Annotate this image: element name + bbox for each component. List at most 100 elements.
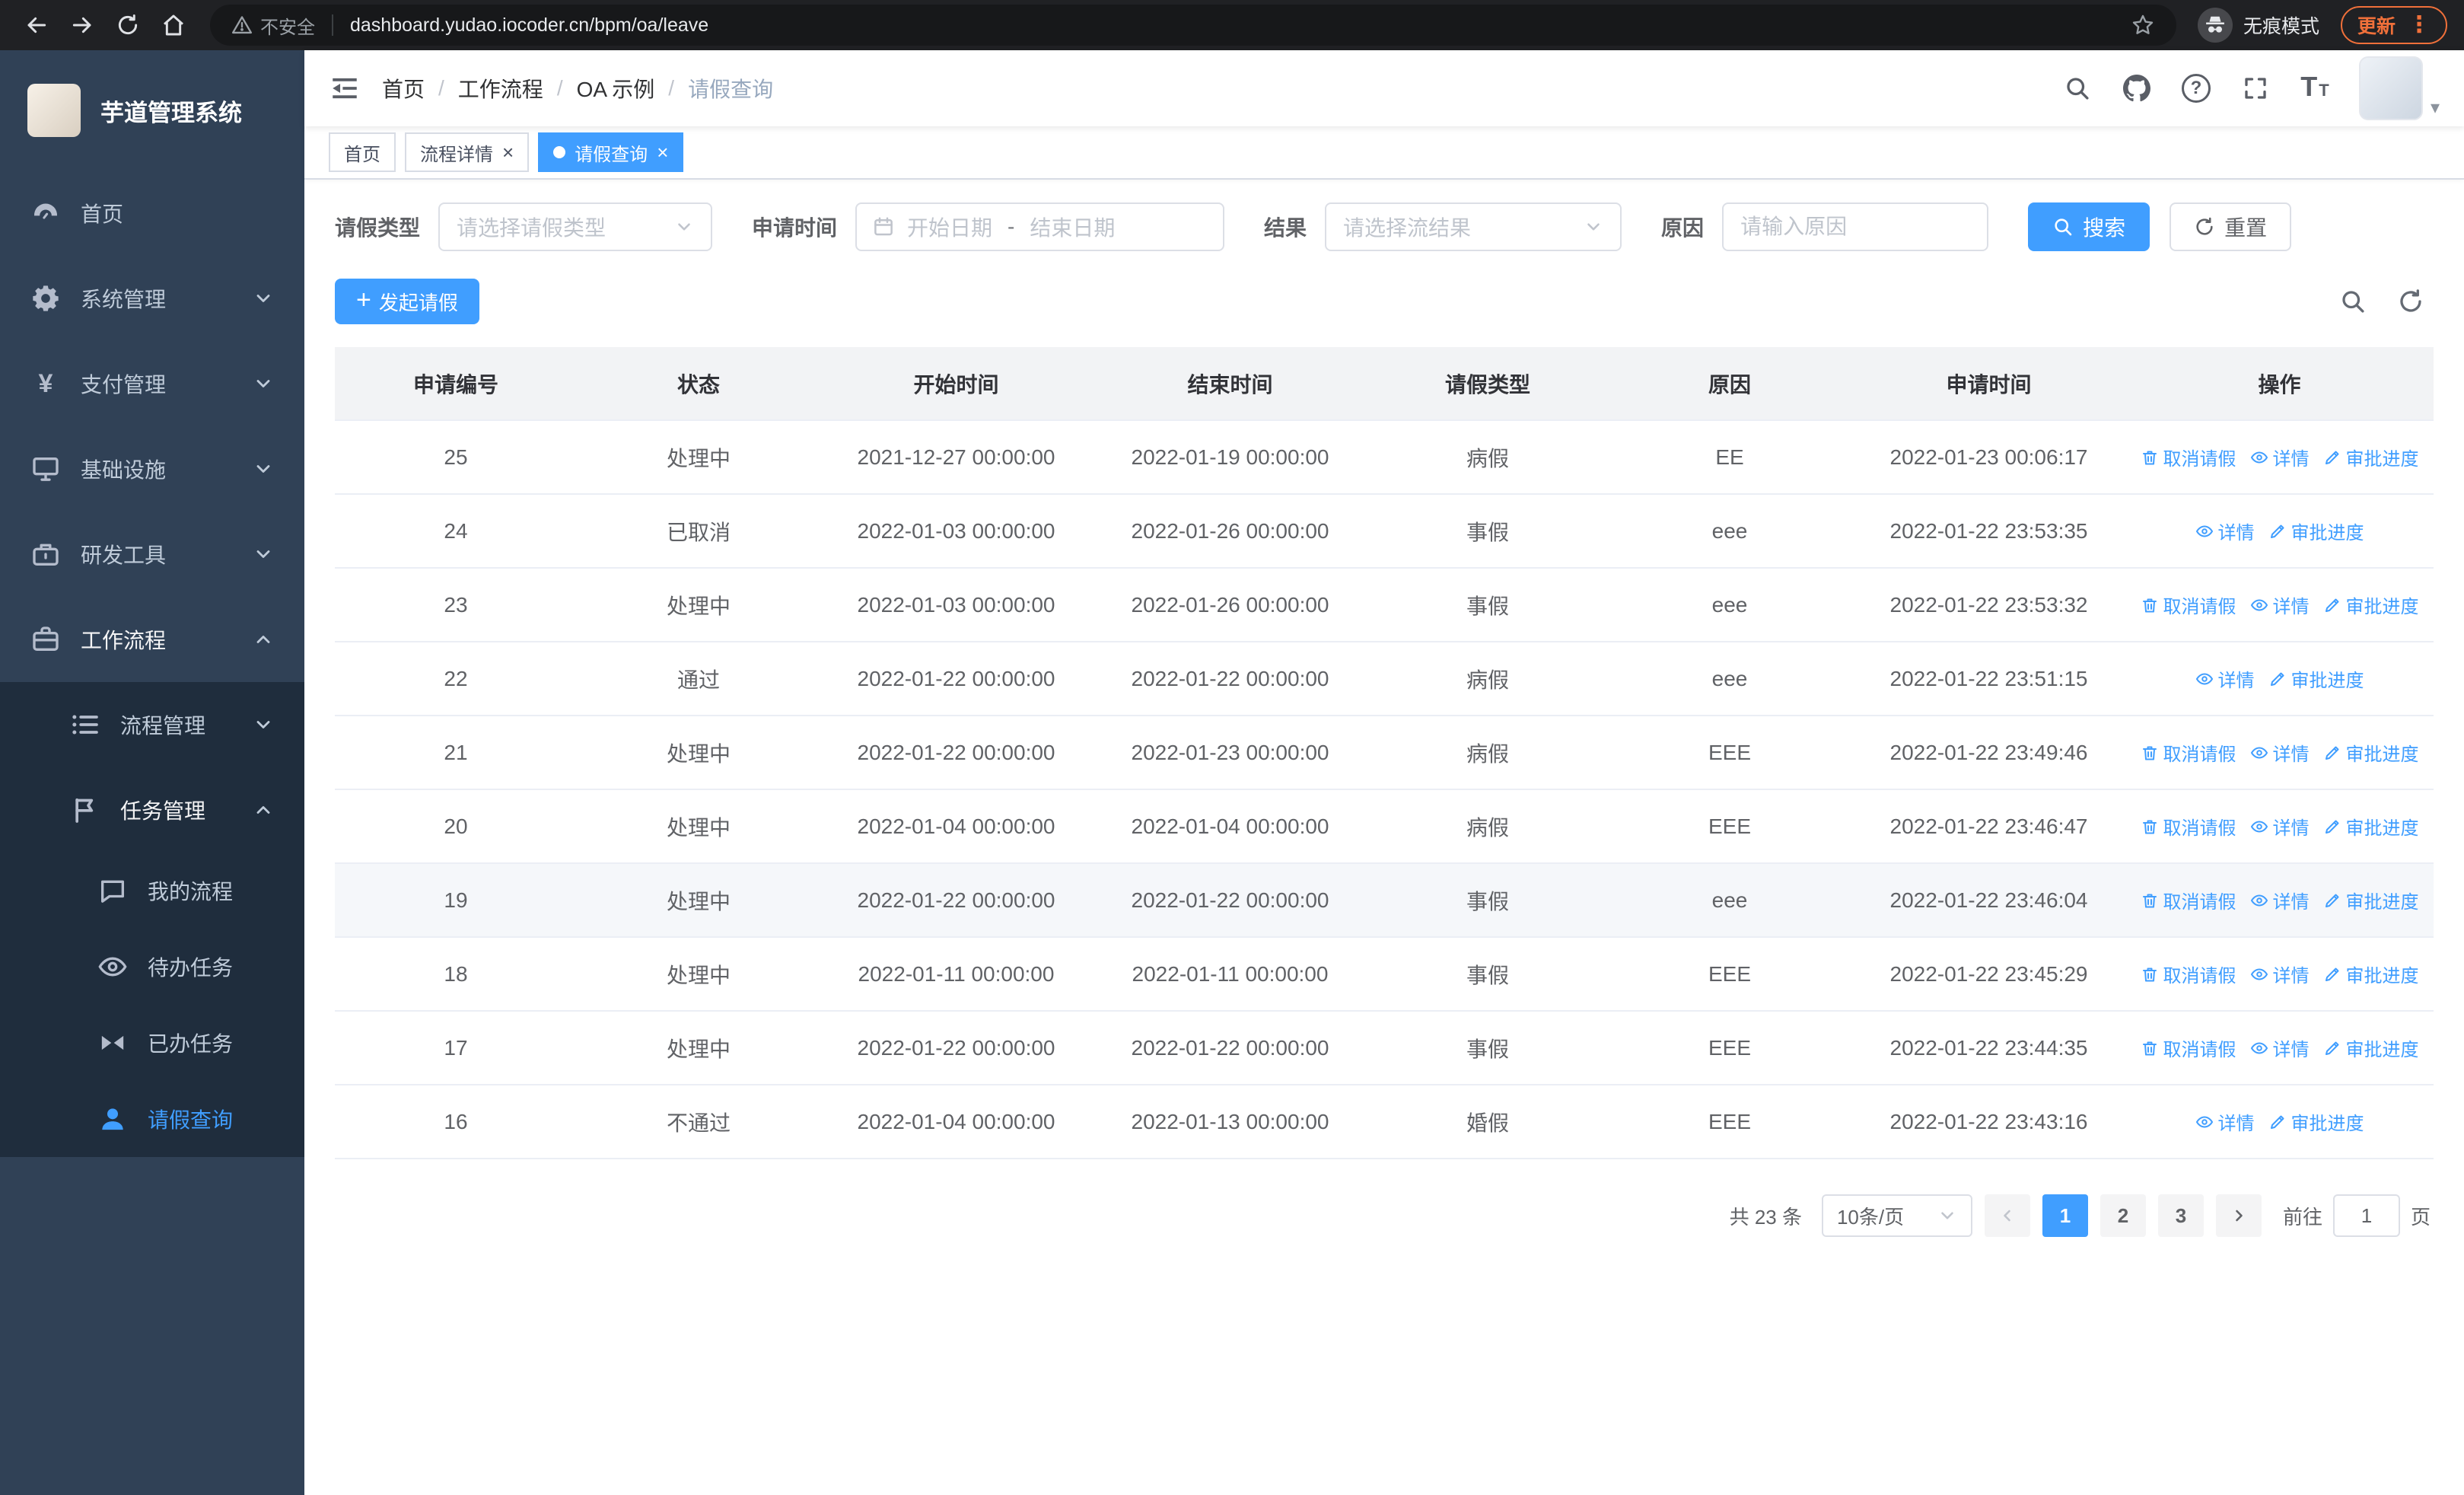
detail-link[interactable]: 详情 <box>2195 1108 2255 1135</box>
github-icon[interactable] <box>2122 73 2152 104</box>
sidebar-item-home[interactable]: 首页 <box>0 171 304 256</box>
approval-progress-link[interactable]: 审批进度 <box>2323 887 2419 913</box>
next-page-button[interactable] <box>2215 1194 2262 1237</box>
page-button-3[interactable]: 3 <box>2157 1194 2204 1237</box>
bookmark-star-icon[interactable] <box>2131 13 2155 37</box>
detail-link[interactable]: 详情 <box>2250 591 2310 618</box>
user-avatar[interactable]: ▾ <box>2358 56 2440 120</box>
browser-forward-button[interactable] <box>62 5 102 45</box>
sidebar-item-todo-tasks[interactable]: 待办任务 <box>0 929 304 1005</box>
approval-progress-link[interactable]: 审批进度 <box>2323 1034 2419 1061</box>
cancel-leave-link[interactable]: 取消请假 <box>2141 1034 2236 1061</box>
sidebar-item-devtools[interactable]: 研发工具 <box>0 512 304 597</box>
approval-progress-link[interactable]: 审批进度 <box>2323 591 2419 618</box>
table-row: 17 处理中 2022-01-22 00:00:00 2022-01-22 00:00… <box>335 1011 2434 1085</box>
sidebar-item-done-tasks[interactable]: 已办任务 <box>0 1005 304 1081</box>
cell-type: 病假 <box>1368 716 1607 790</box>
sidebar-item-payment[interactable]: ¥ 支付管理 <box>0 341 304 426</box>
cell-id: 24 <box>335 494 577 569</box>
font-size-icon[interactable]: TT <box>2300 73 2330 104</box>
edit-icon <box>2323 744 2341 762</box>
breadcrumb-item[interactable]: OA 示例 <box>577 73 655 104</box>
detail-link[interactable]: 详情 <box>2250 813 2310 840</box>
apply-time-range-picker[interactable]: 开始日期 - 结束日期 <box>855 202 1225 251</box>
sidebar-item-task-mgmt[interactable]: 任务管理 <box>0 767 304 853</box>
tab-leave-query[interactable]: 请假查询 × <box>538 132 684 172</box>
cell-reason: EEE <box>1607 937 1852 1012</box>
eye-icon <box>2250 965 2268 983</box>
close-tab-icon[interactable]: × <box>657 142 668 162</box>
search-icon[interactable] <box>2062 73 2093 104</box>
page-size-select[interactable]: 10条/页 <box>1821 1194 1972 1237</box>
tab-process-detail[interactable]: 流程详情 × <box>405 132 530 172</box>
cell-end: 2022-01-19 00:00:00 <box>1092 420 1368 495</box>
detail-link[interactable]: 详情 <box>2195 665 2255 692</box>
cell-id: 25 <box>335 420 577 495</box>
app-logo[interactable]: 芋道管理系统 <box>0 50 304 171</box>
page-button-2[interactable]: 2 <box>2099 1194 2146 1237</box>
approval-progress-link[interactable]: 审批进度 <box>2268 518 2364 544</box>
breadcrumb: 首页 / 工作流程 / OA 示例 / 请假查询 <box>382 73 773 104</box>
refresh-table-button[interactable] <box>2397 288 2424 315</box>
cancel-leave-link[interactable]: 取消请假 <box>2141 739 2236 766</box>
detail-link[interactable]: 详情 <box>2250 961 2310 987</box>
chrome-update-button[interactable]: 更新 ⋮ <box>2340 6 2447 44</box>
cancel-leave-link[interactable]: 取消请假 <box>2141 887 2236 913</box>
cancel-leave-link[interactable]: 取消请假 <box>2141 961 2236 987</box>
sidebar-item-process-mgmt[interactable]: 流程管理 <box>0 682 304 767</box>
detail-link[interactable]: 详情 <box>2250 887 2310 913</box>
detail-link[interactable]: 详情 <box>2250 739 2310 766</box>
security-warning[interactable]: 不安全 <box>231 12 315 39</box>
prev-page-button[interactable] <box>1984 1194 2030 1237</box>
close-tab-icon[interactable]: × <box>502 142 514 162</box>
detail-link[interactable]: 详情 <box>2250 444 2310 470</box>
tab-label: 首页 <box>344 144 380 165</box>
address-bar[interactable]: 不安全 dashboard.yudao.iocoder.cn/bpm/oa/le… <box>210 5 2176 46</box>
sidebar-item-leave-query[interactable]: 请假查询 <box>0 1081 304 1157</box>
action-label: 审批进度 <box>2345 597 2419 618</box>
page-size-value: 10条/页 <box>1836 1205 1905 1229</box>
browser-back-button[interactable] <box>17 5 56 45</box>
tags-view-bar: 首页 流程详情 × 请假查询 × <box>304 126 2464 180</box>
browser-menu-icon[interactable]: ⋮ <box>2408 14 2431 37</box>
sidebar-item-my-process[interactable]: 我的流程 <box>0 853 304 929</box>
approval-progress-link[interactable]: 审批进度 <box>2323 739 2419 766</box>
approval-progress-link[interactable]: 审批进度 <box>2323 813 2419 840</box>
approval-progress-link[interactable]: 审批进度 <box>2268 1108 2364 1135</box>
browser-reload-button[interactable] <box>108 5 148 45</box>
breadcrumb-item[interactable]: 工作流程 <box>458 73 543 104</box>
browser-home-button[interactable] <box>154 5 193 45</box>
leave-type-select[interactable]: 请选择请假类型 <box>438 202 713 251</box>
page-button-1[interactable]: 1 <box>2042 1194 2088 1237</box>
reset-button[interactable]: 重置 <box>2170 202 2292 251</box>
sidebar-fold-icon[interactable] <box>329 72 361 104</box>
create-leave-button[interactable]: + 发起请假 <box>335 279 479 324</box>
tab-home[interactable]: 首页 <box>329 132 396 172</box>
cancel-leave-link[interactable]: 取消请假 <box>2141 813 2236 840</box>
approval-progress-link[interactable]: 审批进度 <box>2323 961 2419 987</box>
toggle-search-button[interactable] <box>2339 288 2367 315</box>
apply-time-label: 申请时间 <box>752 216 838 240</box>
sidebar-item-system[interactable]: 系统管理 <box>0 256 304 341</box>
fullscreen-icon[interactable] <box>2240 73 2271 104</box>
forward-arrow-icon <box>70 13 94 37</box>
help-icon[interactable]: ? <box>2181 73 2211 104</box>
approval-progress-link[interactable]: 审批进度 <box>2323 444 2419 470</box>
sidebar-item-label: 支付管理 <box>81 373 167 397</box>
sidebar-item-workflow[interactable]: 工作流程 <box>0 597 304 682</box>
detail-link[interactable]: 详情 <box>2195 518 2255 544</box>
avatar-image <box>2358 56 2423 120</box>
goto-page-input[interactable] <box>2332 1194 2400 1237</box>
detail-link[interactable]: 详情 <box>2250 1034 2310 1061</box>
cancel-leave-link[interactable]: 取消请假 <box>2141 444 2236 470</box>
breadcrumb-item[interactable]: 首页 <box>382 73 425 104</box>
edit-icon <box>2323 596 2341 614</box>
reason-input[interactable] <box>1722 202 1989 251</box>
result-select[interactable]: 请选择流结果 <box>1325 202 1622 251</box>
search-button[interactable]: 搜索 <box>2028 202 2150 251</box>
sidebar-item-infrastructure[interactable]: 基础设施 <box>0 426 304 512</box>
cancel-leave-link[interactable]: 取消请假 <box>2141 591 2236 618</box>
approval-progress-link[interactable]: 审批进度 <box>2268 665 2364 692</box>
date-range-separator: - <box>1008 215 1015 238</box>
action-label: 取消请假 <box>2163 597 2236 618</box>
